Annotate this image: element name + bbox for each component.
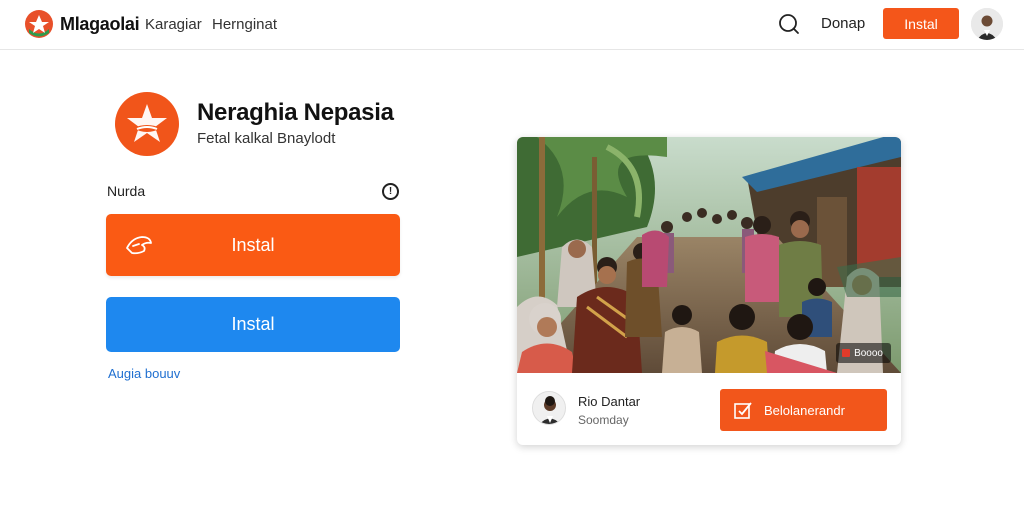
login-link[interactable]: Donap	[821, 15, 865, 32]
record-icon	[842, 349, 851, 357]
author-subtitle: Soomday	[578, 413, 629, 427]
app-subtitle: Fetal kalkal Bnaylodt	[197, 130, 336, 147]
install-secondary-label: Instal	[231, 314, 275, 334]
live-badge-label: Boooo	[854, 347, 883, 359]
section-label: Nurda	[107, 183, 146, 199]
header-install-button[interactable]: Instal	[883, 8, 959, 39]
author-name: Rio Dantar	[578, 394, 641, 409]
card-action-label: Belolanerandr	[764, 402, 845, 418]
card-action-button[interactable]: Belolanerandr	[720, 389, 887, 431]
install-secondary-button[interactable]: Instal	[106, 297, 400, 352]
top-navigation-bar: Mlagaolai Karagiar Hernginat Donap Insta…	[0, 0, 1024, 50]
author-avatar-icon	[533, 392, 565, 424]
brand-name[interactable]: Mlagaolai	[60, 14, 140, 35]
install-primary-label: Instal	[231, 234, 275, 255]
user-avatar[interactable]	[971, 8, 1003, 40]
secondary-link[interactable]: Augia bouuv	[108, 366, 180, 381]
app-logo-icon	[117, 94, 177, 154]
author-avatar[interactable]	[532, 391, 566, 425]
nav-link-2[interactable]: Hernginat	[212, 16, 277, 33]
nav-link-1[interactable]: Karagiar	[145, 16, 202, 33]
user-avatar-icon	[971, 8, 1003, 40]
live-badge: Boooo	[836, 343, 891, 363]
info-icon[interactable]: !	[382, 183, 399, 200]
chat-search-icon[interactable]	[777, 12, 801, 36]
app-icon	[115, 92, 179, 156]
crowd-photo-illustration	[517, 137, 901, 373]
brand-logo-icon[interactable]	[25, 10, 53, 38]
app-title: Neraghia Nepasia	[197, 99, 394, 126]
village-photo[interactable]: Boooo	[517, 137, 901, 373]
edit-icon	[734, 402, 752, 419]
install-primary-button[interactable]: Instal	[106, 214, 400, 276]
preview-card: Boooo Rio Dantar Soomday Belolanerandr	[517, 137, 901, 445]
hand-icon	[126, 236, 152, 255]
